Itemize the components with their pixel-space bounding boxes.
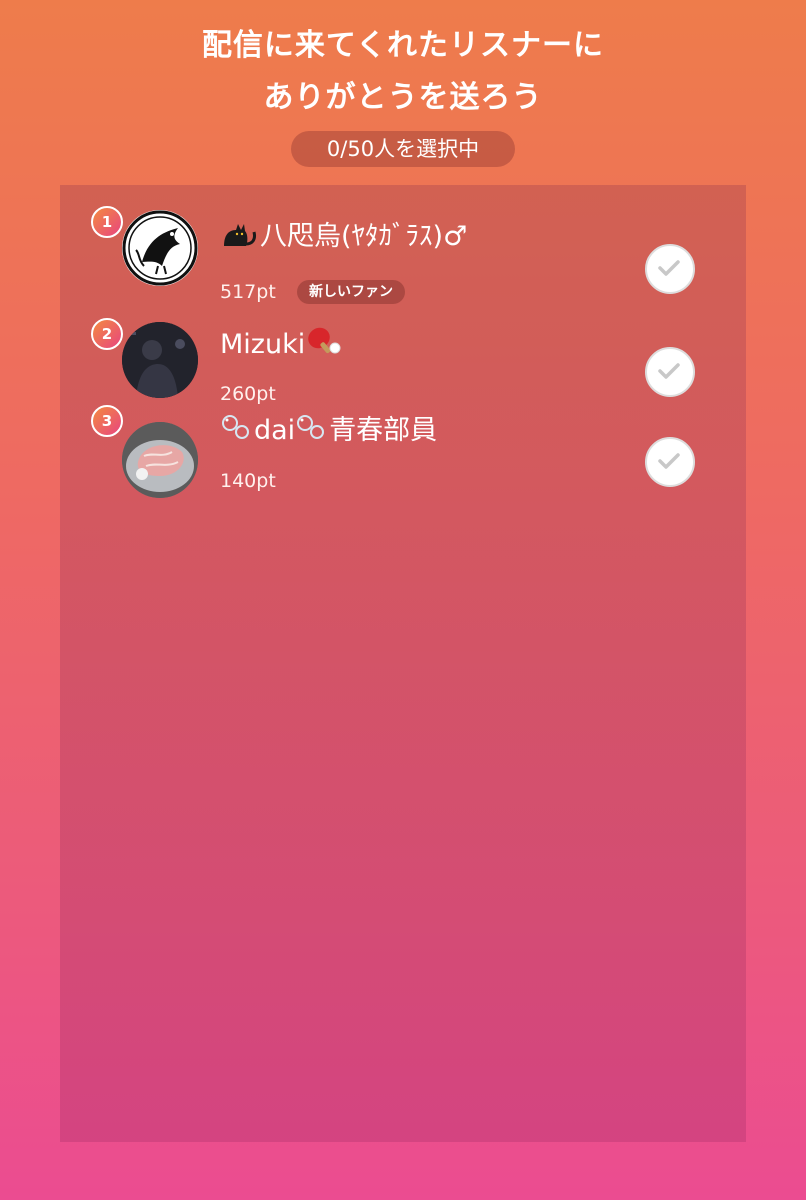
page-title-line-1: 配信に来てくれたリスナーに [201, 28, 605, 63]
bubbles-emoji [220, 412, 254, 451]
selection-counter: 0/50人を選択中 [291, 131, 515, 167]
listener-name: dai 青春部員 [220, 412, 437, 451]
ping-pong-emoji [305, 326, 343, 365]
new-fan-badge: 新しいファン [297, 280, 405, 304]
rank-badge: 2 [91, 318, 123, 350]
black-cat-emoji [220, 218, 260, 257]
listener-list: 1 八咫烏(ﾔﾀｶﾞﾗｽ)♂ 517pt 新しいファン 2 Mizuki 260… [60, 185, 746, 1142]
check-icon [658, 260, 680, 276]
dark-photo-avatar [122, 322, 198, 398]
select-checkbox[interactable] [645, 347, 695, 397]
check-icon [658, 453, 680, 469]
select-checkbox[interactable] [645, 437, 695, 487]
rank-badge: 1 [91, 206, 123, 238]
wagyu-beef-photo-avatar [122, 422, 198, 498]
listener-points: 517pt [220, 281, 276, 303]
bubbles-emoji [295, 412, 329, 451]
select-checkbox[interactable] [645, 244, 695, 294]
listener-row[interactable]: 2 Mizuki 260pt [60, 312, 746, 412]
listener-name: Mizuki [220, 326, 343, 365]
listener-points: 140pt [220, 470, 276, 492]
listener-name: 八咫烏(ﾔﾀｶﾞﾗｽ)♂ [220, 218, 467, 257]
page-title-line-2: ありがとうを送ろう [263, 80, 543, 115]
crow-crest-avatar [122, 210, 198, 286]
check-icon [658, 363, 680, 379]
listener-points: 260pt [220, 383, 276, 405]
listener-row[interactable]: 3 dai 青春部員 140pt [60, 405, 746, 512]
rank-badge: 3 [91, 405, 123, 437]
listener-row[interactable]: 1 八咫烏(ﾔﾀｶﾞﾗｽ)♂ 517pt 新しいファン [60, 200, 746, 304]
